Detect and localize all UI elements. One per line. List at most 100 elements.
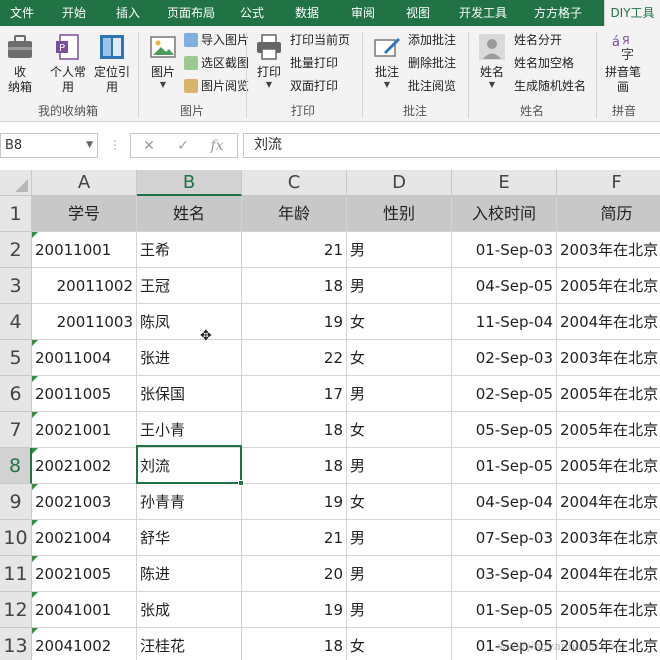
table-cell[interactable]: 女 — [347, 628, 452, 660]
table-cell[interactable]: 11-Sep-04 — [452, 304, 557, 340]
table-cell[interactable]: 20011003 — [32, 304, 137, 340]
table-cell[interactable]: 2003年在北京 — [557, 232, 660, 268]
table-cell[interactable]: 男 — [347, 232, 452, 268]
table-cell[interactable]: 17 — [242, 376, 347, 412]
table-cell[interactable]: 2004年在北京 — [557, 556, 660, 592]
table-cell[interactable]: 19 — [242, 304, 347, 340]
error-flag-icon[interactable] — [32, 484, 38, 490]
table-cell[interactable]: 2005年在北京 — [557, 376, 660, 412]
table-cell[interactable]: 22 — [242, 340, 347, 376]
table-cell[interactable]: 21 — [242, 520, 347, 556]
chevron-down-icon[interactable]: ▼ — [86, 134, 93, 157]
tab-9[interactable]: 方方格子 — [524, 0, 592, 26]
delete-comment-button[interactable]: 删除批注 — [408, 53, 456, 73]
table-cell[interactable]: 男 — [347, 268, 452, 304]
table-cell[interactable]: 2005年在北京 — [557, 412, 660, 448]
image-view-button[interactable]: 图片阅览 — [184, 76, 249, 96]
table-cell[interactable]: 2005年在北京 — [557, 592, 660, 628]
table-cell[interactable]: 2005年在北京 — [557, 268, 660, 304]
row-header[interactable]: 5 — [0, 340, 32, 376]
row-header[interactable]: 9 — [0, 484, 32, 520]
row-header[interactable]: 11 — [0, 556, 32, 592]
image-button[interactable]: 图片 ▼ — [144, 32, 182, 89]
table-cell[interactable]: 20021005 — [32, 556, 137, 592]
table-cell[interactable]: 20021003 — [32, 484, 137, 520]
table-cell[interactable]: 20011001 — [32, 232, 137, 268]
add-comment-button[interactable]: 添加批注 — [408, 30, 456, 50]
table-cell[interactable]: 张进 — [137, 340, 242, 376]
tab-2[interactable]: 插入 — [106, 0, 150, 26]
table-cell[interactable]: 汪桂花 — [137, 628, 242, 660]
import-image-button[interactable]: 导入图片 — [184, 30, 249, 50]
error-flag-icon[interactable] — [32, 412, 38, 418]
table-cell[interactable]: 男 — [347, 556, 452, 592]
name-add-space-button[interactable]: 姓名加空格 — [514, 53, 574, 73]
table-cell[interactable]: 男 — [347, 376, 452, 412]
header-cell[interactable]: 入校时间 — [452, 196, 557, 232]
function-icon[interactable]: fx — [207, 136, 227, 156]
header-cell[interactable]: 姓名 — [137, 196, 242, 232]
cancel-icon[interactable]: ✕ — [139, 136, 159, 156]
tab-10[interactable]: DIY工具 — [604, 0, 660, 26]
split-name-button[interactable]: 姓名分开 — [514, 30, 562, 50]
column-header-d[interactable]: D — [347, 170, 452, 196]
tab-5[interactable]: 数据 — [284, 0, 330, 26]
row-header[interactable]: 4 — [0, 304, 32, 340]
tab-6[interactable]: 审阅 — [340, 0, 386, 26]
error-flag-icon[interactable] — [32, 376, 38, 382]
table-cell[interactable]: 20041002 — [32, 628, 137, 660]
row-header[interactable]: 2 — [0, 232, 32, 268]
column-header-b[interactable]: B — [137, 170, 242, 196]
table-cell[interactable]: 陈进 — [137, 556, 242, 592]
table-cell[interactable]: 刘流 — [137, 448, 242, 484]
table-cell[interactable]: 20 — [242, 556, 347, 592]
locate-reference-button[interactable]: 定位引 用 — [90, 32, 134, 95]
table-cell[interactable]: 2004年在北京 — [557, 484, 660, 520]
table-cell[interactable]: 孙青青 — [137, 484, 242, 520]
collect-box-button[interactable]: 收 纳箱 — [2, 32, 38, 95]
row-header[interactable]: 12 — [0, 592, 32, 628]
table-cell[interactable]: 20041001 — [32, 592, 137, 628]
name-box[interactable]: B8 ▼ — [0, 133, 98, 158]
table-cell[interactable]: 18 — [242, 628, 347, 660]
table-cell[interactable]: 05-Sep-05 — [452, 412, 557, 448]
table-cell[interactable]: 男 — [347, 448, 452, 484]
table-cell[interactable]: 女 — [347, 340, 452, 376]
table-cell[interactable]: 舒华 — [137, 520, 242, 556]
table-cell[interactable]: 07-Sep-03 — [452, 520, 557, 556]
more-vertical-icon[interactable]: ⋮ — [108, 133, 122, 158]
table-cell[interactable]: 男 — [347, 520, 452, 556]
table-cell[interactable]: 02-Sep-05 — [452, 376, 557, 412]
table-cell[interactable]: 2003年在北京 — [557, 340, 660, 376]
table-cell[interactable]: 18 — [242, 412, 347, 448]
table-cell[interactable]: 陈凤 — [137, 304, 242, 340]
error-flag-icon[interactable] — [32, 448, 38, 454]
comment-button[interactable]: 批注 ▼ — [368, 32, 406, 89]
error-flag-icon[interactable] — [32, 556, 38, 562]
column-header-e[interactable]: E — [452, 170, 557, 196]
table-cell[interactable]: 王冠 — [137, 268, 242, 304]
table-cell[interactable]: 女 — [347, 484, 452, 520]
batch-print-button[interactable]: 批量打印 — [290, 53, 338, 73]
header-cell[interactable]: 学号 — [32, 196, 137, 232]
table-cell[interactable]: 03-Sep-04 — [452, 556, 557, 592]
column-header-c[interactable]: C — [242, 170, 347, 196]
header-cell[interactable]: 简历 — [557, 196, 660, 232]
table-cell[interactable]: 张保国 — [137, 376, 242, 412]
personal-common-button[interactable]: P 个人常 用 — [46, 32, 90, 95]
select-all-corner[interactable] — [0, 170, 32, 196]
tab-4[interactable]: 公式 — [230, 0, 274, 26]
tab-3[interactable]: 页面布局 — [160, 0, 222, 26]
tab-1[interactable]: 开始 — [52, 0, 96, 26]
table-cell[interactable]: 男 — [347, 592, 452, 628]
table-cell[interactable]: 女 — [347, 412, 452, 448]
table-cell[interactable]: 01-Sep-05 — [452, 592, 557, 628]
region-screenshot-button[interactable]: 选区截图 — [184, 53, 249, 73]
error-flag-icon[interactable] — [32, 340, 38, 346]
error-flag-icon[interactable] — [32, 520, 38, 526]
view-comment-button[interactable]: 批注阅览 — [408, 76, 456, 96]
row-header[interactable]: 7 — [0, 412, 32, 448]
row-header[interactable]: 10 — [0, 520, 32, 556]
error-flag-icon[interactable] — [32, 628, 38, 634]
table-cell[interactable]: 20021002 — [32, 448, 137, 484]
